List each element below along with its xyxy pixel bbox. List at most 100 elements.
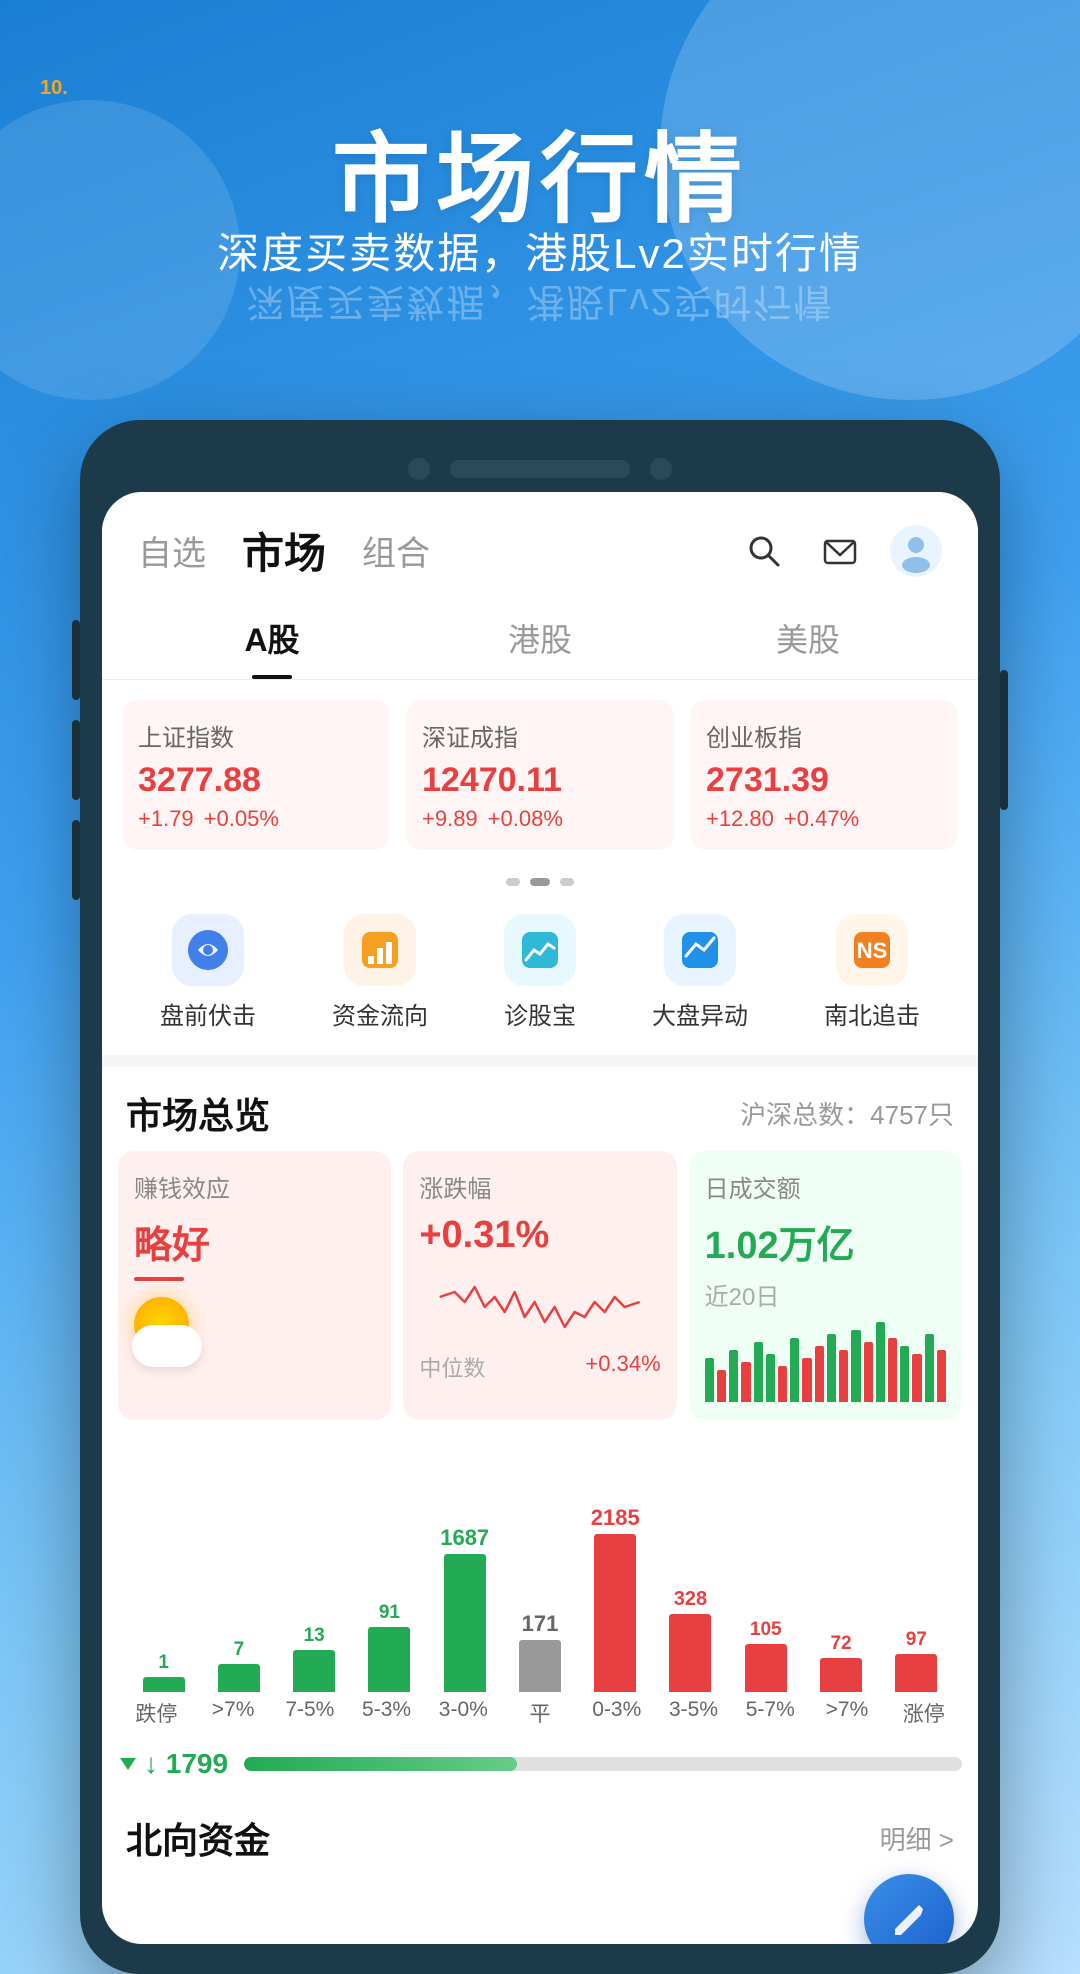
dist-bar-30	[444, 1554, 486, 1692]
nav-item-shichang[interactable]: 市场	[242, 520, 326, 581]
index-change2-shzs: +0.05%	[204, 806, 279, 832]
dot-2	[530, 878, 550, 886]
side-button-power	[1000, 670, 1008, 810]
index-card-cyb[interactable]: 创业板指 2731.39 +12.80 +0.47%	[690, 700, 958, 850]
dist-bar-57	[745, 1644, 787, 1692]
daipan-icon	[664, 914, 736, 986]
dist-label-7: 3-5%	[655, 1698, 732, 1728]
mini-line-chart	[419, 1267, 660, 1347]
volume-label: 日成交额	[705, 1169, 946, 1204]
dist-label-8: 5-7%	[732, 1698, 809, 1728]
zijin-icon	[344, 914, 416, 986]
tool-nanbei[interactable]: NS 南北追击	[824, 914, 920, 1031]
index-change1-szcz: +9.89	[422, 806, 478, 832]
zhengubao-label: 诊股宝	[504, 996, 576, 1031]
tab-hk-stock[interactable]: 港股	[406, 597, 674, 679]
dist-bar-g7	[218, 1664, 260, 1692]
tool-daipan[interactable]: 大盘异动	[652, 914, 748, 1031]
dist-label-0: 跌停	[118, 1698, 195, 1728]
dist-labels: 跌停 >7% 7-5% 5-3% 3-0% 平 0-3% 3-5% 5-7% >…	[118, 1692, 962, 1740]
dist-val-ping: 171	[522, 1611, 559, 1637]
north-link[interactable]: 明细 >	[880, 1820, 954, 1857]
dist-bars-container: 1 7 13 91 16	[118, 1452, 962, 1692]
dist-bar-group-57: 105	[728, 1452, 803, 1692]
fab-pen-icon	[887, 1897, 931, 1941]
progress-bar	[244, 1757, 962, 1771]
weather-icon	[134, 1297, 375, 1367]
dist-bar-group-zitingz: 97	[879, 1452, 954, 1692]
mail-icon[interactable]	[814, 525, 866, 577]
fab-button[interactable]	[864, 1874, 954, 1944]
tool-zijin[interactable]: 资金流向	[332, 914, 428, 1031]
dot-1	[506, 878, 520, 886]
dist-bar-ping	[519, 1640, 561, 1692]
tool-panqian[interactable]: 盘前伏击	[160, 914, 256, 1031]
phone-speaker	[450, 460, 630, 478]
north-section: 北向资金 明细 >	[102, 1796, 978, 1884]
money-effect-value: 略好	[134, 1214, 375, 1269]
tool-zhengubao[interactable]: 诊股宝	[504, 914, 576, 1031]
dist-bar-group-ditingz: 1	[126, 1452, 201, 1692]
dist-val-53: 91	[379, 1602, 400, 1624]
dist-val-30: 1687	[440, 1525, 489, 1551]
dist-val-zitingz: 97	[906, 1629, 927, 1651]
banner-area: 10. 市场行情 深度买卖数据，港股Lv2实时行情 深度买卖数据，港股Lv2实时…	[0, 0, 1080, 420]
dist-label-10: 涨停	[885, 1698, 962, 1728]
nanbei-label: 南北追击	[824, 996, 920, 1031]
dist-bar-group-r7: 72	[803, 1452, 878, 1692]
dist-bar-group-53: 91	[352, 1452, 427, 1692]
dist-bar-group-03: 2185	[578, 1452, 653, 1692]
index-card-shzs[interactable]: 上证指数 3277.88 +1.79 +0.05%	[122, 700, 390, 850]
front-camera	[408, 458, 430, 480]
phone-notch	[102, 450, 978, 492]
down-number: ↓ 1799	[144, 1748, 228, 1780]
dist-bar-35	[669, 1614, 711, 1692]
dist-bar-zitingz	[895, 1654, 937, 1692]
ov-card-money-effect[interactable]: 赚钱效应 略好	[118, 1151, 391, 1420]
dist-label-1: >7%	[195, 1698, 272, 1728]
market-overview-subtitle: 沪深总数：4757只	[740, 1095, 954, 1132]
search-icon[interactable]	[738, 525, 790, 577]
tab-us-stock[interactable]: 美股	[674, 597, 942, 679]
nanbei-icon: NS	[836, 914, 908, 986]
dist-val-75: 13	[304, 1625, 325, 1647]
index-name-cyb: 创业板指	[706, 718, 942, 753]
side-button-vol-down	[72, 720, 80, 800]
ov-card-volume[interactable]: 日成交额 1.02万亿 近20日	[689, 1151, 962, 1420]
index-card-szcz[interactable]: 深证成指 12470.11 +9.89 +0.08%	[406, 700, 674, 850]
avatar[interactable]	[890, 525, 942, 577]
dist-bar-group-30: 1687	[427, 1452, 502, 1692]
dist-section: 1 7 13 91 16	[102, 1436, 978, 1740]
dist-label-3: 5-3%	[348, 1698, 425, 1728]
dist-bar-53	[368, 1627, 410, 1692]
dist-bar-75	[293, 1650, 335, 1692]
market-overview-header: 市场总览 沪深总数：4757只	[102, 1067, 978, 1151]
pagination-dots	[102, 870, 978, 894]
market-overview-title: 市场总览	[126, 1087, 270, 1139]
index-change2-szcz: +0.08%	[488, 806, 563, 832]
progress-fill	[244, 1757, 517, 1771]
daipan-label: 大盘异动	[652, 996, 748, 1031]
svg-text:NS: NS	[857, 938, 888, 963]
dist-label-2: 7-5%	[271, 1698, 348, 1728]
banner-subtitle: 深度买卖数据，港股Lv2实时行情	[0, 220, 1080, 281]
phone-screen: 自选 市场 组合	[102, 492, 978, 1944]
dist-val-r7: 72	[830, 1633, 851, 1655]
dist-val-ditingz: 1	[158, 1652, 169, 1674]
index-change-cyb: +12.80 +0.47%	[706, 806, 942, 832]
bottom-bar-section: ↓ 1799	[102, 1740, 978, 1796]
app-nav: 自选 市场 组合	[102, 492, 978, 597]
median-label: 中位数	[419, 1351, 485, 1383]
nav-item-zixuan[interactable]: 自选	[138, 526, 206, 575]
tab-a-stock[interactable]: A股	[138, 597, 406, 679]
phone-outer: 自选 市场 组合	[80, 420, 1000, 1974]
zhengubao-icon	[504, 914, 576, 986]
dist-label-6: 0-3%	[578, 1698, 655, 1728]
side-button-silent	[72, 820, 80, 900]
index-change1-cyb: +12.80	[706, 806, 774, 832]
index-value-szcz: 12470.11	[422, 761, 658, 800]
nav-item-zuhe[interactable]: 组合	[362, 526, 430, 575]
app-logo: 10.	[40, 30, 68, 110]
ov-card-rise-fall[interactable]: 涨跌幅 +0.31% 中位数 +0.34%	[403, 1151, 676, 1420]
dist-label-9: >7%	[809, 1698, 886, 1728]
